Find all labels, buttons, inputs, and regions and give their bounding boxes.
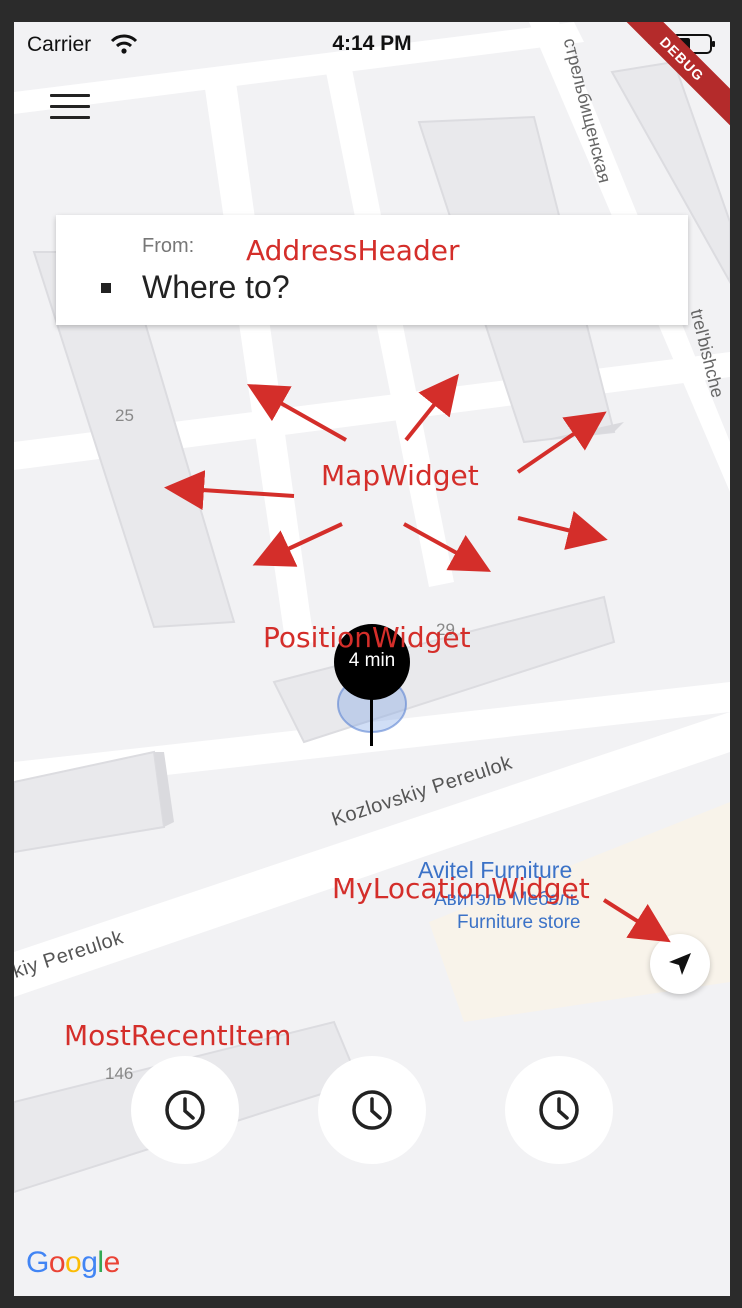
clock-icon bbox=[352, 1090, 392, 1130]
menu-icon bbox=[50, 94, 90, 97]
clock-icon bbox=[539, 1090, 579, 1130]
annotation-my-location-widget: MyLocationWidget bbox=[332, 872, 590, 905]
my-location-button[interactable] bbox=[650, 934, 710, 994]
clock-time: 4:14 PM bbox=[332, 32, 412, 55]
navigation-arrow-icon bbox=[669, 953, 691, 975]
building-number-25: 25 bbox=[115, 406, 134, 425]
recent-item-2[interactable] bbox=[318, 1056, 426, 1164]
clock-icon bbox=[165, 1090, 205, 1130]
annotation-address-header: AddressHeader bbox=[246, 234, 460, 267]
annotation-map-widget: MapWidget bbox=[321, 459, 479, 492]
position-pin-stem bbox=[370, 698, 373, 746]
google-logo-letter: o bbox=[48, 1246, 66, 1279]
google-logo-letter: G bbox=[26, 1246, 49, 1279]
annotation-most-recent-item: MostRecentItem bbox=[64, 1019, 292, 1052]
google-logo: Google bbox=[26, 1246, 120, 1280]
menu-button[interactable] bbox=[50, 94, 90, 124]
google-logo-letter: o bbox=[65, 1246, 82, 1279]
poi-category: Furniture store bbox=[457, 912, 581, 933]
google-logo-letter: e bbox=[103, 1246, 121, 1279]
google-logo-letter: g bbox=[81, 1246, 98, 1279]
menu-icon-line bbox=[50, 105, 90, 108]
recent-item-3[interactable] bbox=[505, 1056, 613, 1164]
google-logo-text: Google bbox=[26, 1246, 120, 1279]
annotation-position-widget: PositionWidget bbox=[263, 621, 471, 654]
menu-icon-line bbox=[50, 116, 90, 119]
phone-screen: 25 29 146 Kozlovskiy Pereulok kiy Pereul… bbox=[14, 22, 730, 1296]
address-header[interactable]: From: Where to? bbox=[56, 215, 688, 325]
status-bar: Carrier 4:14 PM bbox=[14, 22, 730, 66]
destination-bullet-icon bbox=[101, 283, 111, 293]
battery-icon bbox=[672, 34, 715, 54]
building-number-146: 146 bbox=[105, 1064, 134, 1083]
from-label: From: bbox=[142, 235, 195, 257]
destination-input[interactable]: Where to? bbox=[142, 269, 290, 306]
recent-item-1[interactable] bbox=[131, 1056, 239, 1164]
location-services-icon bbox=[648, 36, 664, 52]
